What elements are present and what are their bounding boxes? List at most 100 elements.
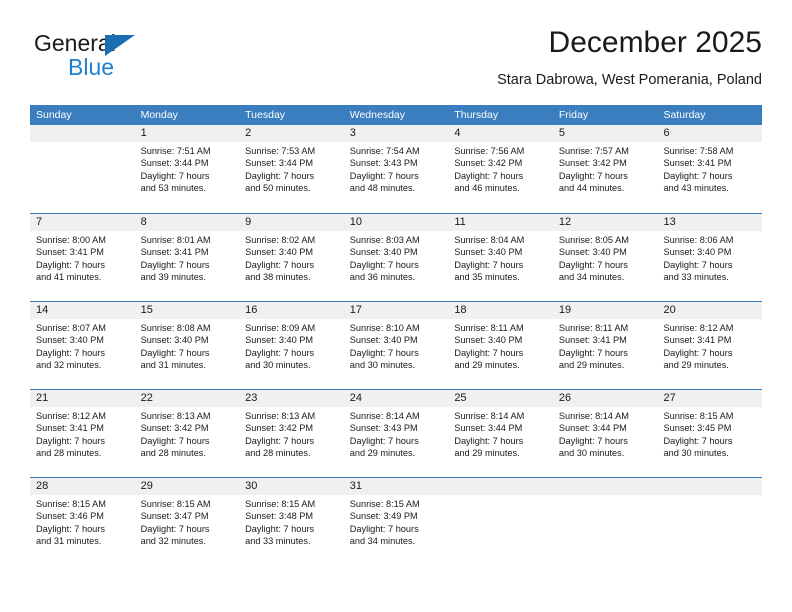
day-details: Sunrise: 8:15 AM Sunset: 3:46 PM Dayligh… [30, 495, 135, 548]
day-cell[interactable]: 26 Sunrise: 8:14 AM Sunset: 3:44 PM Dayl… [552, 390, 658, 477]
day-cell[interactable]: 13 Sunrise: 8:06 AM Sunset: 3:40 PM Dayl… [657, 214, 763, 301]
day-cell[interactable]: 23 Sunrise: 8:13 AM Sunset: 3:42 PM Dayl… [239, 390, 344, 477]
day-cell[interactable]: 20 Sunrise: 8:12 AM Sunset: 3:41 PM Dayl… [657, 302, 763, 389]
daylight-text-line1: Daylight: 7 hours [140, 259, 210, 270]
day-cell[interactable] [448, 478, 553, 565]
sunset-text: Sunset: 3:40 PM [454, 247, 523, 258]
sunset-text: Sunset: 3:44 PM [558, 423, 627, 434]
daylight-text-line2: and 34 minutes. [349, 536, 416, 547]
day-cell[interactable]: 2 Sunrise: 7:53 AM Sunset: 3:44 PM Dayli… [239, 125, 344, 213]
daylight-text-line1: Daylight: 7 hours [140, 170, 210, 181]
daylight-text-line2: and 33 minutes. [663, 272, 729, 283]
daylight-text-line1: Daylight: 7 hours [663, 259, 733, 270]
daylight-text-line2: and 32 minutes. [140, 536, 206, 547]
sunrise-text: Sunrise: 8:02 AM [245, 235, 316, 245]
day-cell[interactable]: 19 Sunrise: 8:11 AM Sunset: 3:41 PM Dayl… [552, 302, 658, 389]
sunset-text: Sunset: 3:43 PM [349, 423, 418, 434]
day-cell[interactable]: 25 Sunrise: 8:14 AM Sunset: 3:44 PM Dayl… [448, 390, 553, 477]
sunset-text: Sunset: 3:42 PM [558, 158, 627, 169]
sunset-text: Sunset: 3:43 PM [349, 158, 418, 169]
day-cell[interactable]: 31 Sunrise: 8:15 AM Sunset: 3:49 PM Dayl… [343, 478, 449, 565]
day-cell[interactable]: 12 Sunrise: 8:05 AM Sunset: 3:40 PM Dayl… [552, 214, 658, 301]
daylight-text-line2: and 43 minutes. [663, 183, 729, 194]
day-cell[interactable]: 9 Sunrise: 8:02 AM Sunset: 3:40 PM Dayli… [239, 214, 344, 301]
sunset-text: Sunset: 3:48 PM [245, 511, 314, 522]
day-number: 12 [552, 214, 658, 231]
day-details: Sunrise: 8:05 AM Sunset: 3:40 PM Dayligh… [553, 231, 658, 284]
day-cell[interactable]: 7 Sunrise: 8:00 AM Sunset: 3:41 PM Dayli… [30, 214, 135, 301]
daylight-text-line1: Daylight: 7 hours [36, 347, 105, 358]
day-details [657, 495, 762, 498]
day-cell[interactable]: 8 Sunrise: 8:01 AM Sunset: 3:41 PM Dayli… [134, 214, 240, 301]
day-cell[interactable] [552, 478, 658, 565]
daylight-text-line1: Daylight: 7 hours [245, 259, 315, 270]
day-cell[interactable]: 5 Sunrise: 7:57 AM Sunset: 3:42 PM Dayli… [552, 125, 658, 213]
day-cell[interactable]: 3 Sunrise: 7:54 AM Sunset: 3:43 PM Dayli… [343, 125, 449, 213]
day-number: 14 [30, 302, 135, 319]
day-number: 18 [448, 302, 553, 319]
day-cell[interactable]: 10 Sunrise: 8:03 AM Sunset: 3:40 PM Dayl… [343, 214, 449, 301]
daylight-text-line1: Daylight: 7 hours [140, 435, 210, 446]
weekday-header-row: Sunday Monday Tuesday Wednesday Thursday… [30, 105, 762, 125]
logo-text-blue: Blue [68, 54, 115, 80]
sunset-text: Sunset: 3:42 PM [245, 423, 314, 434]
daylight-text-line1: Daylight: 7 hours [245, 435, 315, 446]
day-details: Sunrise: 8:12 AM Sunset: 3:41 PM Dayligh… [30, 407, 135, 460]
day-cell[interactable]: 15 Sunrise: 8:08 AM Sunset: 3:40 PM Dayl… [134, 302, 240, 389]
day-cell[interactable]: 30 Sunrise: 8:15 AM Sunset: 3:48 PM Dayl… [239, 478, 344, 565]
sunrise-text: Sunrise: 7:53 AM [245, 146, 316, 156]
day-cell[interactable]: 4 Sunrise: 7:56 AM Sunset: 3:42 PM Dayli… [448, 125, 553, 213]
day-cell[interactable]: 6 Sunrise: 7:58 AM Sunset: 3:41 PM Dayli… [657, 125, 763, 213]
day-number: 9 [239, 214, 344, 231]
sunrise-text: Sunrise: 7:51 AM [140, 146, 211, 156]
day-number: 22 [134, 390, 240, 407]
sunrise-text: Sunrise: 8:15 AM [663, 411, 734, 421]
sunrise-text: Sunrise: 7:57 AM [558, 146, 629, 156]
sunrise-text: Sunrise: 8:11 AM [558, 323, 629, 333]
day-number: 17 [343, 302, 449, 319]
day-cell[interactable]: 16 Sunrise: 8:09 AM Sunset: 3:40 PM Dayl… [239, 302, 344, 389]
day-number: 19 [552, 302, 658, 319]
day-details [553, 495, 658, 498]
day-cell[interactable]: 21 Sunrise: 8:12 AM Sunset: 3:41 PM Dayl… [30, 390, 135, 477]
sunrise-text: Sunrise: 8:10 AM [349, 323, 420, 333]
weekday-header-friday: Friday [558, 109, 589, 121]
week-row: 7 Sunrise: 8:00 AM Sunset: 3:41 PM Dayli… [30, 213, 763, 301]
day-details: Sunrise: 8:00 AM Sunset: 3:41 PM Dayligh… [30, 231, 135, 284]
general-blue-logo[interactable]: General Blue [34, 30, 214, 90]
sunrise-text: Sunrise: 8:15 AM [36, 499, 106, 509]
weekday-header-monday: Monday [140, 109, 178, 121]
day-cell[interactable]: 24 Sunrise: 8:14 AM Sunset: 3:43 PM Dayl… [343, 390, 449, 477]
day-cell[interactable]: 17 Sunrise: 8:10 AM Sunset: 3:40 PM Dayl… [343, 302, 449, 389]
day-cell[interactable]: 1 Sunrise: 7:51 AM Sunset: 3:44 PM Dayli… [134, 125, 240, 213]
sunrise-text: Sunrise: 8:09 AM [245, 323, 316, 333]
day-cell[interactable]: 18 Sunrise: 8:11 AM Sunset: 3:40 PM Dayl… [448, 302, 553, 389]
day-cell[interactable]: 14 Sunrise: 8:07 AM Sunset: 3:40 PM Dayl… [30, 302, 135, 389]
day-cell[interactable] [657, 478, 763, 565]
day-cell[interactable]: 28 Sunrise: 8:15 AM Sunset: 3:46 PM Dayl… [30, 478, 135, 565]
day-cell[interactable]: 27 Sunrise: 8:15 AM Sunset: 3:45 PM Dayl… [657, 390, 763, 477]
daylight-text-line1: Daylight: 7 hours [245, 347, 315, 358]
daylight-text-line2: and 29 minutes. [558, 360, 625, 371]
sunrise-text: Sunrise: 7:56 AM [454, 146, 525, 156]
daylight-text-line1: Daylight: 7 hours [663, 347, 733, 358]
week-row: 14 Sunrise: 8:07 AM Sunset: 3:40 PM Dayl… [30, 301, 763, 389]
day-cell[interactable] [30, 125, 135, 213]
day-details [448, 495, 553, 498]
daylight-text-line2: and 33 minutes. [245, 536, 311, 547]
sunset-text: Sunset: 3:40 PM [245, 247, 314, 258]
daylight-text-line1: Daylight: 7 hours [140, 347, 210, 358]
day-details: Sunrise: 8:04 AM Sunset: 3:40 PM Dayligh… [448, 231, 553, 284]
day-details: Sunrise: 7:54 AM Sunset: 3:43 PM Dayligh… [344, 142, 449, 195]
daylight-text-line2: and 32 minutes. [36, 360, 102, 371]
daylight-text-line2: and 38 minutes. [245, 272, 311, 283]
sunrise-text: Sunrise: 8:07 AM [36, 323, 106, 333]
day-number: 20 [657, 302, 763, 319]
day-cell[interactable]: 22 Sunrise: 8:13 AM Sunset: 3:42 PM Dayl… [134, 390, 240, 477]
day-cell[interactable]: 29 Sunrise: 8:15 AM Sunset: 3:47 PM Dayl… [134, 478, 240, 565]
day-cell[interactable]: 11 Sunrise: 8:04 AM Sunset: 3:40 PM Dayl… [448, 214, 553, 301]
logo-triangle-icon [105, 35, 135, 56]
sunset-text: Sunset: 3:40 PM [245, 335, 314, 346]
daylight-text-line2: and 29 minutes. [349, 448, 416, 459]
daylight-text-line2: and 29 minutes. [663, 360, 729, 371]
